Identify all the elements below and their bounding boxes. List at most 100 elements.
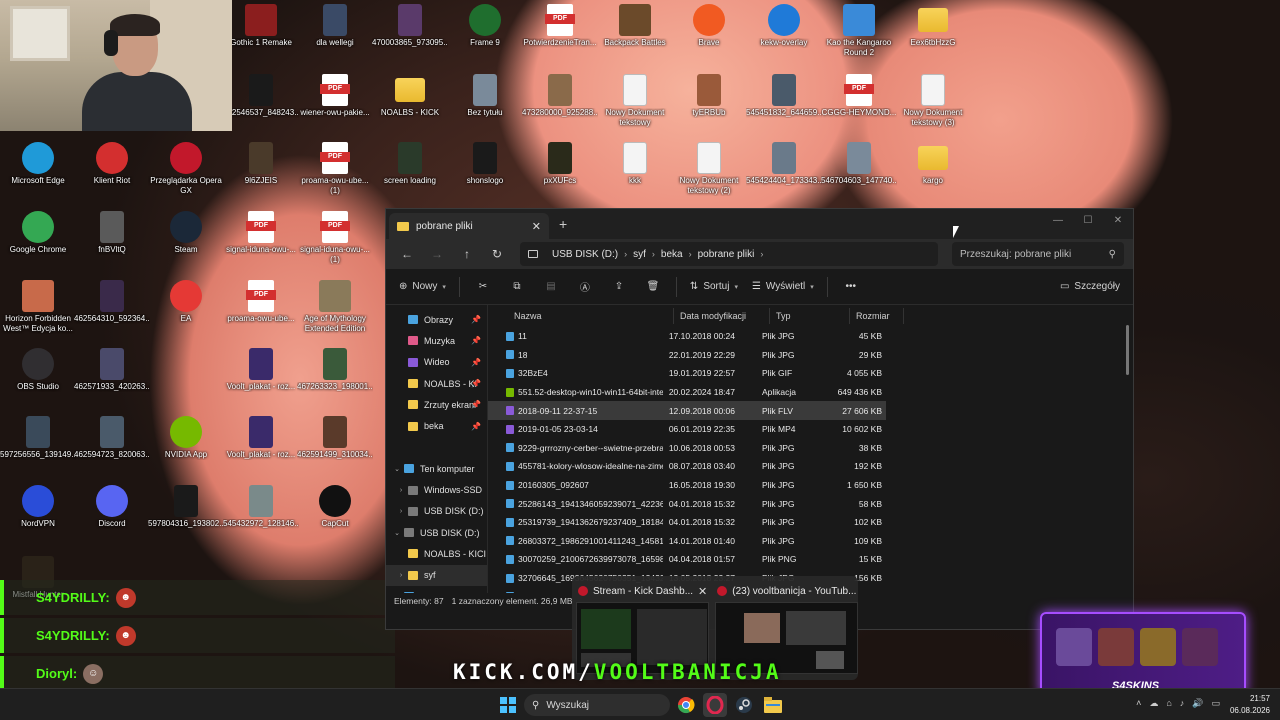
- rename-button[interactable]: Ⓐ: [570, 274, 600, 300]
- desktop-icon[interactable]: Gothic 1 Remake: [223, 4, 299, 48]
- sidebar-item[interactable]: › syf: [386, 564, 487, 586]
- close-window-button[interactable]: ✕: [1103, 209, 1133, 231]
- desktop-icon[interactable]: 545432972_128146...: [223, 485, 299, 529]
- network-icon[interactable]: ⌂: [1166, 698, 1171, 709]
- desktop-icon[interactable]: dla wellegi: [297, 4, 373, 48]
- file-row[interactable]: 30070259_2100672639973078_1659871377_o 04…: [488, 550, 886, 569]
- desktop-icon[interactable]: Steam: [148, 211, 224, 255]
- desktop-icon[interactable]: Backpack Battles: [597, 4, 673, 48]
- minimize-button[interactable]: —: [1043, 209, 1073, 231]
- close-icon[interactable]: ✕: [698, 585, 707, 598]
- desktop-icon[interactable]: 545424404_173343...: [746, 142, 822, 186]
- desktop-icon[interactable]: Bez tytułu: [447, 74, 523, 118]
- desktop-icon[interactable]: Przeglądarka Opera GX: [148, 142, 224, 196]
- sidebar-item[interactable]: Wideo 📌: [386, 352, 487, 373]
- cloud-icon[interactable]: ☁: [1149, 698, 1158, 709]
- desktop-icon[interactable]: Nowy Dokument tekstowy: [597, 74, 673, 128]
- taskbar-search[interactable]: ⚲ Wyszukaj: [524, 694, 670, 716]
- opera-gx-taskbar-icon[interactable]: [703, 693, 727, 717]
- desktop-icon[interactable]: kkk: [597, 142, 673, 186]
- refresh-button[interactable]: ↻: [484, 242, 510, 266]
- desktop-icon[interactable]: CapCut: [297, 485, 373, 529]
- breadcrumb-item[interactable]: USB DISK (D:): [552, 249, 618, 260]
- desktop-icon[interactable]: 162546537_848243...: [223, 74, 299, 118]
- desktop-icon[interactable]: Brave: [671, 4, 747, 48]
- column-type[interactable]: Typ: [770, 308, 850, 324]
- desktop-icon[interactable]: PotwierdzenieTran...: [522, 4, 598, 48]
- desktop-icon[interactable]: NordVPN: [0, 485, 76, 529]
- sidebar-item[interactable]: Zrzuty ekrani 📌: [386, 394, 487, 415]
- desktop-icon[interactable]: kekw-overlay: [746, 4, 822, 48]
- desktop-icon[interactable]: proama-owu-ube...: [223, 280, 299, 324]
- file-row[interactable]: 455781-kolory-wlosow-idealne-na-zime-...…: [488, 457, 886, 476]
- file-row[interactable]: 2018-09-11 22-37-15 12.09.2018 00:06 Plik …: [488, 401, 886, 420]
- sidebar-item[interactable]: NOALBS - KICI: [386, 543, 487, 564]
- desktop-icon[interactable]: 597256556_139149...: [0, 416, 76, 460]
- desktop-icon[interactable]: Klient Riot: [74, 142, 150, 186]
- desktop-icon[interactable]: 597804316_193802...: [148, 485, 224, 529]
- desktop-icon[interactable]: 462571933_420263...: [74, 348, 150, 392]
- desktop-icon[interactable]: Horizon Forbidden West™ Edycja ko...: [0, 280, 76, 334]
- desktop-icon[interactable]: NVIDIA App: [148, 416, 224, 460]
- close-tab-icon[interactable]: ✕: [532, 220, 541, 233]
- column-name[interactable]: Nazwa: [508, 308, 674, 324]
- file-row[interactable]: 9229-grrrozny-cerber--swietne-przebranie…: [488, 439, 886, 458]
- desktop-icon[interactable]: Discord: [74, 485, 150, 529]
- paste-button[interactable]: ▤: [536, 274, 566, 300]
- desktop-icon[interactable]: Voolt_plakat - roz...: [223, 416, 299, 460]
- sidebar-item[interactable]: Muzyka 📌: [386, 330, 487, 351]
- file-row[interactable]: 20160305_092607 16.05.2018 19:30 Plik JPG 1…: [488, 476, 886, 495]
- desktop-icon[interactable]: Voolt_plakat - roz...: [223, 348, 299, 392]
- file-row[interactable]: 25286143_1941346059239071_422363866_o 04.…: [488, 494, 886, 513]
- desktop-icon[interactable]: Age of Mythology Extended Edition: [297, 280, 373, 334]
- file-row[interactable]: 25319739_1941362679237409_1818441301_o 04…: [488, 513, 886, 532]
- desktop-icon[interactable]: 462591499_310034...: [297, 416, 373, 460]
- sidebar-item[interactable]: › Windows-SSD: [386, 479, 487, 500]
- address-bar[interactable]: USB DISK (D:) › syf › beka › pobrane pli…: [520, 242, 938, 266]
- desktop-icon[interactable]: fnBVltQ: [74, 211, 150, 255]
- sidebar-item[interactable]: ›Sieć: [386, 586, 487, 593]
- file-explorer-taskbar-icon[interactable]: [761, 693, 785, 717]
- maximize-button[interactable]: ☐: [1073, 209, 1103, 231]
- expand-chevron-icon[interactable]: ›: [394, 572, 408, 579]
- sidebar-item[interactable]: ⌄ Ten komputer: [386, 458, 487, 479]
- file-row[interactable]: 32BzE4 19.01.2019 22:57 Plik GIF 4 055 KB: [488, 364, 886, 383]
- expand-chevron-icon[interactable]: ⌄: [390, 529, 404, 537]
- desktop-icon[interactable]: tyERBUb: [671, 74, 747, 118]
- column-date[interactable]: Data modyfikacji: [674, 308, 770, 324]
- back-button[interactable]: ←: [394, 242, 420, 266]
- search-input[interactable]: Przeszukaj: pobrane pliki ⚲: [952, 242, 1124, 266]
- new-tab-button[interactable]: +: [559, 216, 567, 232]
- share-button[interactable]: ⇪: [604, 274, 634, 300]
- expand-chevron-icon[interactable]: ⌄: [390, 465, 404, 473]
- mic-icon[interactable]: ♪: [1180, 698, 1185, 709]
- desktop-icon[interactable]: shonslogo: [447, 142, 523, 186]
- desktop-icon[interactable]: 473280000_925288...: [522, 74, 598, 118]
- desktop-icon[interactable]: Frame 9: [447, 4, 523, 48]
- desktop-icon[interactable]: proama-owu-ube... (1): [297, 142, 373, 196]
- file-row[interactable]: 2019-01-05 23-03-14 06.01.2019 22:35 Plik …: [488, 420, 886, 439]
- chrome-taskbar-icon[interactable]: [674, 693, 698, 717]
- sidebar-item[interactable]: ⌄ USB DISK (D:): [386, 522, 487, 543]
- clock[interactable]: 21:57 06.08.2026: [1230, 693, 1270, 717]
- chevron-up-icon[interactable]: ˄: [1136, 698, 1141, 709]
- view-button[interactable]: ☰ Wyświetl ▾: [747, 274, 819, 300]
- desktop-icon[interactable]: screen loading: [372, 142, 448, 186]
- desktop-icon[interactable]: Kao the Kangaroo Round 2: [821, 4, 897, 58]
- desktop-icon[interactable]: Microsoft Edge: [0, 142, 76, 186]
- file-row[interactable]: 11 17.10.2018 00:24 Plik JPG 45 KB: [488, 327, 886, 346]
- sidebar-item[interactable]: beka 📌: [386, 415, 487, 436]
- desktop-icon[interactable]: wiener-owu-pakie...: [297, 74, 373, 118]
- desktop-icon[interactable]: NOALBS - KICK: [372, 74, 448, 118]
- steam-taskbar-icon[interactable]: [732, 693, 756, 717]
- desktop-icon[interactable]: signal-iduna-owu-... (1): [297, 211, 373, 265]
- expand-chevron-icon[interactable]: ›: [394, 508, 408, 515]
- delete-button[interactable]: 🗑: [638, 274, 668, 300]
- desktop-icon[interactable]: Nowy Dokument tekstowy (2): [671, 142, 747, 196]
- desktop-icon[interactable]: EA: [148, 280, 224, 324]
- start-button[interactable]: [496, 693, 520, 717]
- sidebar-item[interactable]: NOALBS - KI 📌: [386, 373, 487, 394]
- desktop-icon[interactable]: 545451832_644659...: [746, 74, 822, 118]
- file-row[interactable]: 18 22.01.2019 22:29 Plik JPG 29 KB: [488, 346, 886, 365]
- details-pane-button[interactable]: ▭ Szczegóły: [1055, 274, 1125, 300]
